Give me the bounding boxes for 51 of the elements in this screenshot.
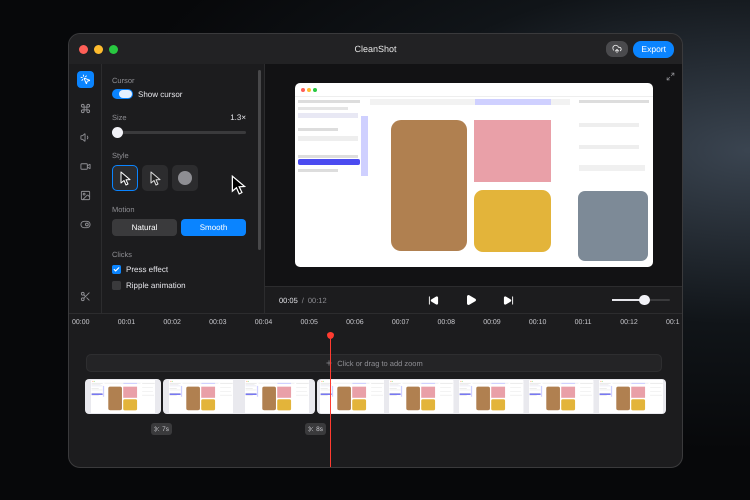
cursor-style-option[interactable] <box>112 165 138 191</box>
upload-button[interactable] <box>606 41 628 57</box>
mouse-pointer-icon <box>231 174 246 196</box>
expand-icon[interactable] <box>666 72 675 81</box>
cursor-click-icon <box>80 74 90 85</box>
plus-icon <box>325 359 334 367</box>
webcam-photo-placeholder <box>578 191 648 261</box>
zoom-button[interactable] <box>109 44 118 54</box>
cursor-style-option[interactable] <box>142 165 168 191</box>
toggle-icon <box>80 219 90 230</box>
toggle-label: Show cursor <box>138 90 182 98</box>
playhead-handle[interactable] <box>326 332 334 339</box>
cursor-arrow-icon <box>150 170 160 186</box>
speaker-icon <box>80 132 90 143</box>
scissors-icon <box>80 291 90 302</box>
play-button[interactable] <box>465 294 478 306</box>
close-button[interactable] <box>79 44 88 54</box>
checkbox-label: Ripple animation <box>126 281 186 290</box>
scissors-icon <box>154 426 160 432</box>
thumbnail-drawing <box>320 380 384 414</box>
checkbox[interactable] <box>112 265 121 274</box>
skip-forward-button[interactable] <box>503 294 514 306</box>
show-cursor-toggle[interactable] <box>112 89 133 99</box>
thumbnail-drawing <box>598 380 664 414</box>
slider-thumb[interactable] <box>112 127 124 138</box>
skip-forward-icon <box>503 294 514 306</box>
skip-back-button[interactable] <box>428 294 440 306</box>
image-icon <box>80 190 90 201</box>
minimize-button[interactable] <box>94 44 103 54</box>
export-button[interactable]: Export <box>633 40 674 58</box>
motion-option[interactable]: Natural <box>112 219 177 236</box>
motion-option[interactable]: Smooth <box>181 219 246 236</box>
command-key-icon <box>80 103 90 114</box>
window-title: CleanShot <box>354 44 397 54</box>
skip-back-icon <box>428 294 440 306</box>
thumbnail-drawing <box>389 380 454 414</box>
size-value: 1.3× <box>230 113 246 122</box>
thumbnail-drawing <box>529 380 594 414</box>
sidebar-tab[interactable] <box>76 71 94 88</box>
scissors-icon <box>308 426 314 432</box>
thumbnail-drawing <box>459 380 524 414</box>
video-camera-icon <box>80 161 90 172</box>
checkmark-icon <box>113 266 120 273</box>
cursor-arrow-icon <box>120 170 130 186</box>
checkbox[interactable] <box>112 281 121 290</box>
play-icon <box>465 294 478 306</box>
video-clip[interactable] <box>317 379 666 414</box>
cloud-upload-icon <box>612 44 622 54</box>
volume-thumb[interactable] <box>638 295 650 305</box>
dot-icon <box>178 171 192 185</box>
checkbox-label: Press effect <box>126 265 168 274</box>
